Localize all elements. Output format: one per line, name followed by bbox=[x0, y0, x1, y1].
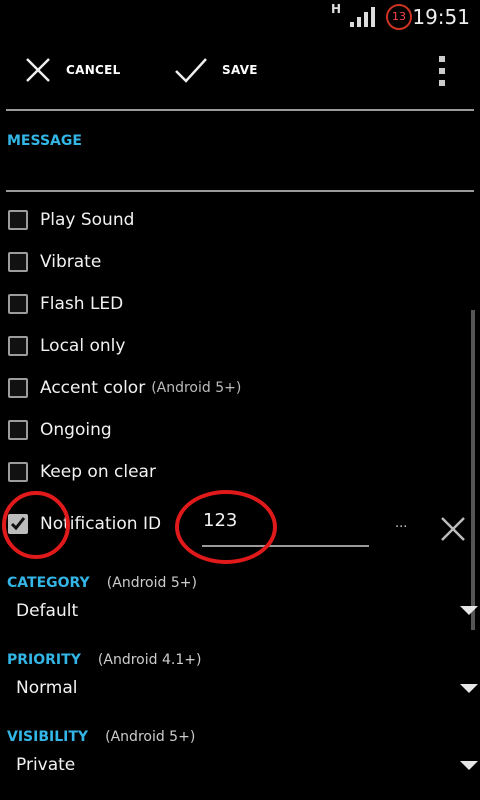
checkbox-flash-led[interactable]: Flash LED bbox=[8, 288, 123, 320]
checkbox-box[interactable] bbox=[8, 378, 28, 398]
clear-icon[interactable] bbox=[440, 516, 466, 542]
status-bar: H 13 19:51 bbox=[0, 0, 480, 34]
visibility-header: VISIBILITY bbox=[7, 729, 89, 745]
android-version-note: (Android 5+) bbox=[151, 380, 242, 396]
checkbox-label: Play Sound bbox=[40, 210, 135, 230]
message-input-underline bbox=[6, 190, 474, 192]
dropdown-arrow-icon bbox=[460, 761, 478, 770]
clock: 19:51 bbox=[412, 5, 470, 29]
action-bar: CANCEL SAVE bbox=[0, 34, 480, 106]
android-version-note: (Android 4.1+) bbox=[97, 652, 202, 668]
save-label: SAVE bbox=[222, 63, 258, 77]
checkbox-ongoing[interactable]: Ongoing bbox=[8, 414, 112, 446]
checkbox-label: Vibrate bbox=[40, 252, 102, 272]
checkbox-label: Local only bbox=[40, 336, 126, 356]
notification-count-badge: 13 bbox=[386, 4, 412, 30]
checkbox-local-only[interactable]: Local only bbox=[8, 330, 125, 362]
network-type-icon: H bbox=[331, 2, 342, 16]
annotation-circle-value bbox=[175, 490, 277, 564]
checkbox-box[interactable] bbox=[8, 294, 28, 314]
visibility-header-row: VISIBILITY (Android 5+) bbox=[7, 726, 195, 745]
cancel-button[interactable]: CANCEL bbox=[24, 34, 121, 106]
android-version-note: (Android 5+) bbox=[106, 575, 197, 591]
visibility-spinner[interactable]: Private bbox=[16, 755, 75, 775]
priority-spinner[interactable]: Normal bbox=[16, 678, 78, 698]
dropdown-arrow-icon bbox=[460, 684, 478, 693]
message-input[interactable] bbox=[6, 150, 474, 190]
category-header-row: CATEGORY (Android 5+) bbox=[7, 572, 197, 591]
android-version-note: (Android 5+) bbox=[105, 729, 196, 745]
checkbox-box[interactable] bbox=[8, 462, 28, 482]
action-bar-divider bbox=[6, 109, 474, 111]
checkbox-play-sound[interactable]: Play Sound bbox=[8, 204, 134, 236]
checkbox-label: Accent color bbox=[40, 378, 146, 398]
checkbox-accent-color[interactable]: Accent color (Android 5+) bbox=[8, 372, 241, 404]
priority-header-row: PRIORITY (Android 4.1+) bbox=[7, 649, 201, 668]
dropdown-arrow-icon bbox=[460, 606, 478, 615]
checkmark-icon bbox=[175, 58, 207, 83]
signal-strength-icon bbox=[350, 7, 375, 27]
checkbox-keep-on-clear[interactable]: Keep on clear bbox=[8, 456, 156, 488]
checkbox-box[interactable] bbox=[8, 336, 28, 356]
category-header: CATEGORY bbox=[7, 575, 90, 591]
checkbox-box[interactable] bbox=[8, 420, 28, 440]
message-header: MESSAGE bbox=[7, 133, 82, 149]
overflow-menu-icon[interactable] bbox=[436, 56, 448, 86]
annotation-circle-checkbox bbox=[2, 491, 70, 559]
close-icon bbox=[26, 58, 50, 82]
cancel-label: CANCEL bbox=[66, 63, 121, 77]
checkbox-label: Flash LED bbox=[40, 294, 124, 314]
checkbox-box[interactable] bbox=[8, 252, 28, 272]
priority-header: PRIORITY bbox=[7, 652, 81, 668]
more-button[interactable]: ... bbox=[395, 516, 407, 531]
checkbox-vibrate[interactable]: Vibrate bbox=[8, 246, 101, 278]
scrollbar[interactable] bbox=[471, 310, 475, 630]
checkbox-box[interactable] bbox=[8, 210, 28, 230]
checkbox-label: Keep on clear bbox=[40, 462, 156, 482]
category-spinner[interactable]: Default bbox=[16, 601, 78, 621]
save-button[interactable]: SAVE bbox=[174, 34, 258, 106]
checkbox-label: Ongoing bbox=[40, 420, 112, 440]
